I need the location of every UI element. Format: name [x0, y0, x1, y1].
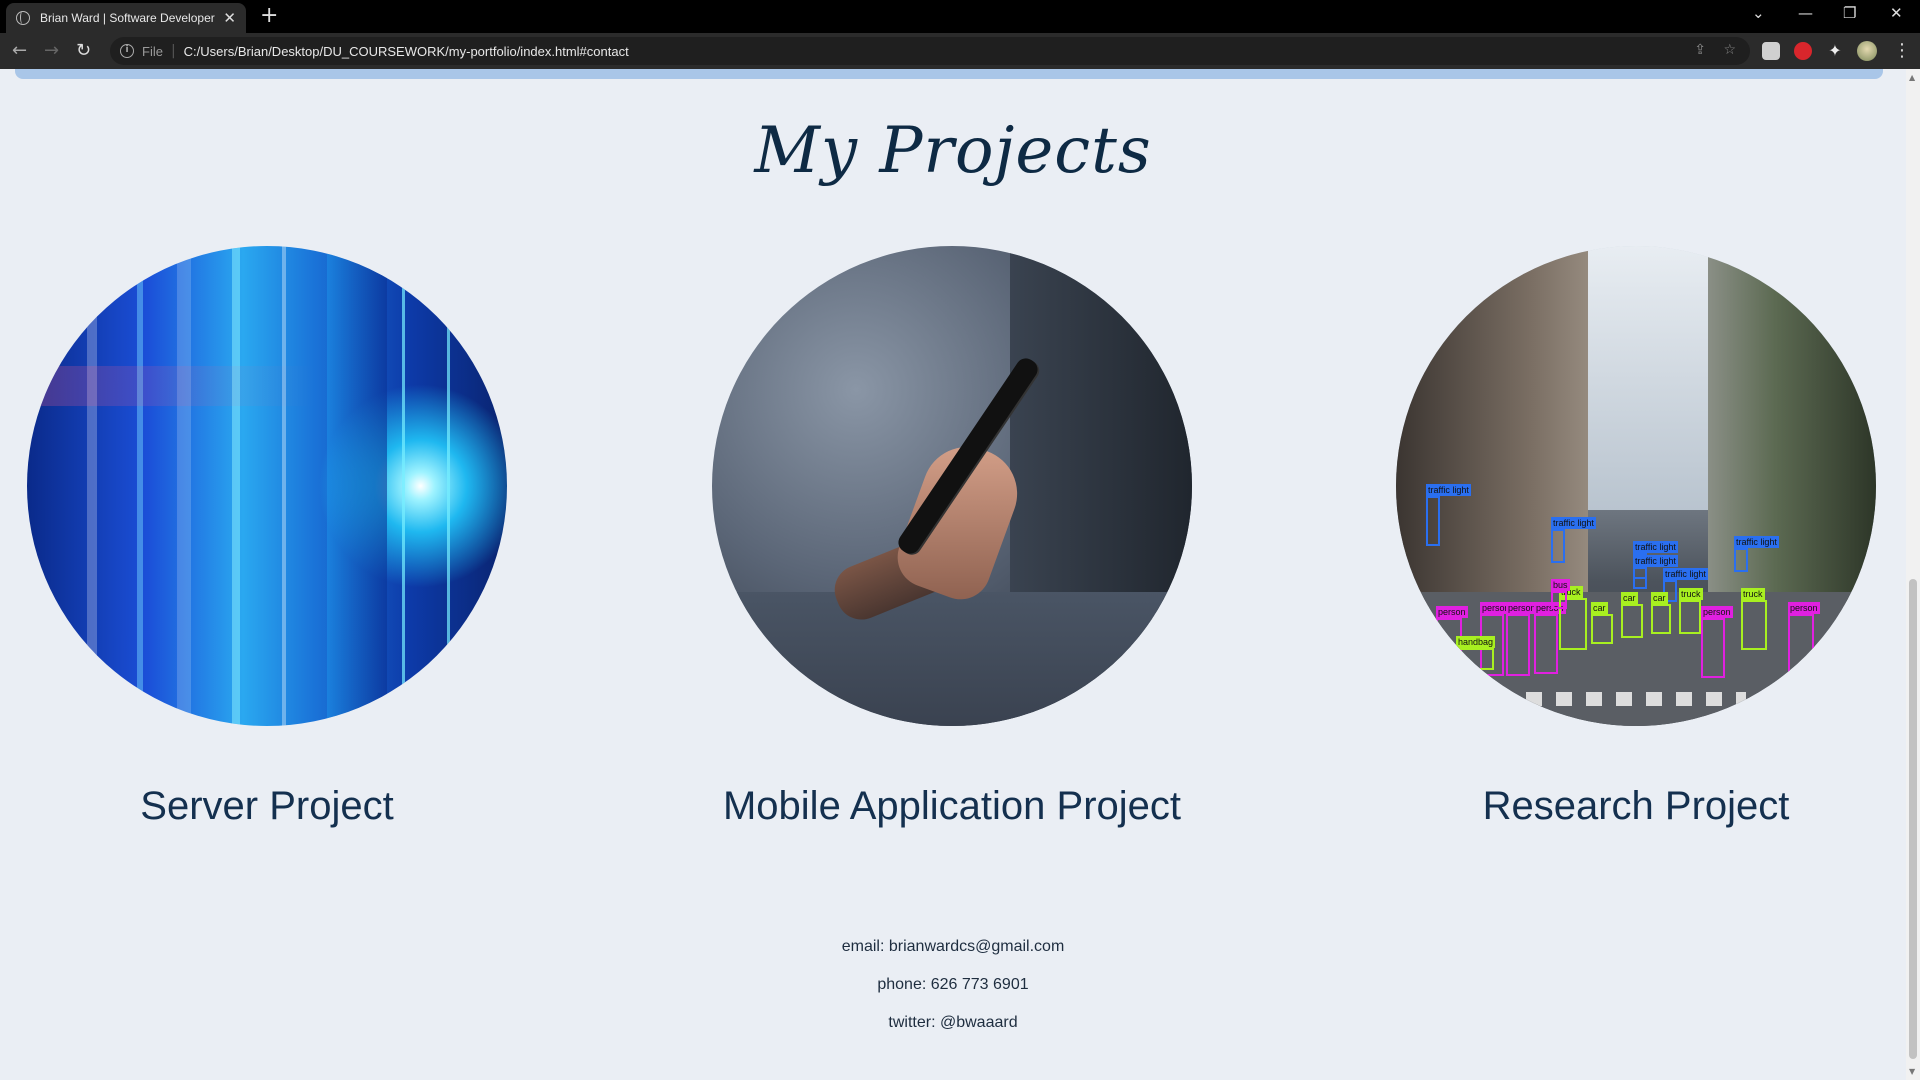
detection-person: person	[1534, 602, 1566, 674]
detection-traffic-light: traffic light	[1426, 484, 1471, 546]
contact-phone: phone: 626 773 6901	[877, 976, 1029, 993]
detection-car: car	[1621, 592, 1643, 638]
navbar-bottom-edge	[15, 69, 1883, 79]
new-tab-button[interactable]: +	[260, 5, 278, 27]
url-text[interactable]: C:/Users/Brian/Desktop/DU_COURSEWORK/my-…	[184, 44, 629, 59]
url-separator: |	[170, 43, 176, 59]
project-title-mobile[interactable]: Mobile Application Project	[602, 784, 1302, 829]
street-object-detection-image[interactable]: traffic light traffic light traffic ligh…	[1396, 246, 1876, 726]
tab-title: Brian Ward | Software Developer	[40, 11, 215, 25]
detection-car: car	[1651, 592, 1671, 634]
page-scrollbar[interactable]: ▲ ▼	[1906, 69, 1920, 1080]
share-icon[interactable]: ⇪	[1694, 42, 1706, 58]
detection-traffic-light: traffic light	[1734, 536, 1779, 572]
detection-traffic-light: traffic light	[1551, 517, 1596, 563]
forward-button[interactable]: →	[44, 40, 59, 61]
browser-tab[interactable]: Brian Ward | Software Developer ✕	[6, 3, 246, 33]
project-title-server[interactable]: Server Project	[0, 784, 617, 829]
detection-traffic-light: traffic light	[1633, 555, 1678, 589]
page-content: My Projects Server Project Mobile Applic…	[0, 69, 1906, 1080]
section-title: My Projects	[754, 114, 1152, 188]
scroll-down-arrow-icon[interactable]: ▼	[1909, 1067, 1915, 1076]
close-window-button[interactable]: ✕	[1890, 4, 1903, 22]
profile-avatar[interactable]	[1857, 41, 1877, 61]
bookmark-star-icon[interactable]: ☆	[1723, 42, 1736, 58]
project-card-mobile[interactable]: Mobile Application Project	[712, 246, 1192, 828]
detection-car: car	[1591, 602, 1613, 644]
tab-close-icon[interactable]: ✕	[223, 9, 236, 27]
server-data-center-image[interactable]	[27, 246, 507, 726]
address-bar[interactable]: i File | C:/Users/Brian/Desktop/DU_COURS…	[110, 37, 1750, 65]
detection-bus: bus	[1551, 579, 1570, 609]
project-card-research[interactable]: traffic light traffic light traffic ligh…	[1396, 246, 1876, 828]
scrollbar-thumb[interactable]	[1909, 579, 1917, 1059]
reader-icon[interactable]	[1762, 42, 1780, 60]
detection-handbag: handbag	[1456, 636, 1496, 670]
scroll-up-arrow-icon[interactable]: ▲	[1909, 73, 1915, 82]
project-card-server[interactable]: Server Project	[27, 246, 507, 828]
contact-email: email: brianwardcs@gmail.com	[841, 938, 1065, 955]
detection-person: person	[1506, 602, 1538, 676]
reload-button[interactable]: ↻	[76, 40, 91, 61]
browser-menu-icon[interactable]: ⋮	[1893, 40, 1911, 61]
browser-tab-bar: Brian Ward | Software Developer ✕ + ⌄ — …	[0, 0, 1920, 33]
back-button[interactable]: ←	[12, 40, 27, 61]
project-title-research[interactable]: Research Project	[1286, 784, 1920, 829]
minimize-button[interactable]: —	[1798, 4, 1813, 22]
hand-holding-phone-image[interactable]	[712, 246, 1192, 726]
detection-truck: truck	[1679, 588, 1703, 634]
puzzle-icon[interactable]: ✦	[1826, 42, 1844, 60]
url-scheme: File	[142, 43, 163, 59]
site-info-icon[interactable]: i	[120, 44, 134, 58]
restore-button[interactable]: ❐	[1843, 4, 1856, 22]
contact-twitter: twitter: @bwaaard	[888, 1014, 1018, 1031]
tab-search-icon[interactable]: ⌄	[1752, 4, 1765, 22]
detection-person: person	[1701, 606, 1733, 678]
browser-toolbar: ← → ↻ i File | C:/Users/Brian/Desktop/DU…	[0, 33, 1920, 69]
globe-icon	[16, 11, 30, 25]
adblock-icon[interactable]	[1794, 42, 1812, 60]
detection-person: person	[1788, 602, 1820, 678]
detection-truck: truck	[1741, 588, 1767, 650]
